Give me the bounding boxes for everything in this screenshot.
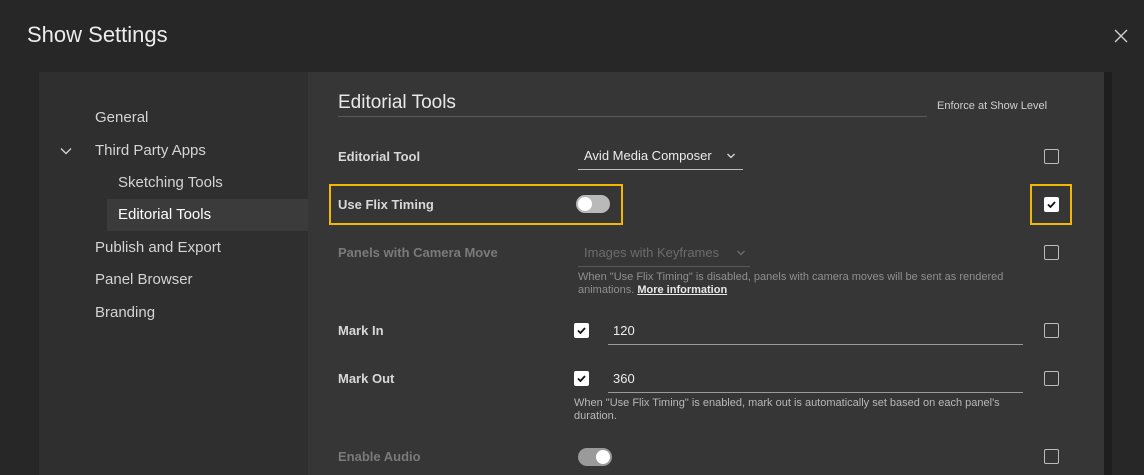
enable-audio-label: Enable Audio [338,449,421,464]
mark-in-value: 120 [613,323,635,338]
use-flix-timing-enforce-checkbox[interactable] [1044,197,1059,212]
use-flix-timing-toggle[interactable] [576,195,610,213]
mark-in-label: Mark In [338,323,384,338]
checkmark-icon [577,375,586,383]
mark-out-enforce-checkbox[interactable] [1044,371,1059,386]
mark-in-input[interactable]: 120 [608,318,1023,345]
sidebar: General Third Party Apps Sketching Tools… [39,72,308,475]
toggle-knob [578,197,592,211]
mark-out-help-text: When "Use Flix Timing" is enabled, mark … [574,397,1000,422]
panels-camera-help-text: When "Use Flix Timing" is disabled, pane… [578,271,1048,297]
editorial-tool-enforce-checkbox[interactable] [1044,149,1059,164]
enforce-at-show-level-header: Enforce at Show Level [937,100,1048,112]
close-button[interactable] [1110,25,1132,47]
sidebar-item-branding[interactable]: Branding [95,301,155,325]
enable-audio-toggle[interactable] [578,448,612,466]
sidebar-item-panel-browser[interactable]: Panel Browser [95,268,193,292]
close-icon[interactable] [1110,25,1132,47]
panels-camera-move-value: Images with Keyframes [584,245,720,260]
mark-in-enforce-checkbox[interactable] [1044,323,1059,338]
panels-camera-move-dropdown[interactable]: Images with Keyframes [578,242,750,267]
editorial-tool-value: Avid Media Composer [584,148,712,163]
section-title: Editorial Tools [338,92,456,113]
dialog-title: Show Settings [27,22,168,47]
panels-camera-move-label: Panels with Camera Move [338,245,498,260]
chevron-down-icon[interactable] [59,144,73,158]
sidebar-item-publish-and-export[interactable]: Publish and Export [95,236,221,260]
scrollbar[interactable] [1104,72,1112,475]
settings-container: General Third Party Apps Sketching Tools… [39,72,1112,475]
sidebar-item-general[interactable]: General [95,106,148,130]
main-panel: Editorial Tools Enforce at Show Level Ed… [308,72,1104,475]
enable-audio-enforce-checkbox[interactable] [1044,449,1059,464]
toggle-knob [596,450,610,464]
sidebar-item-editorial-tools[interactable]: Editorial Tools [118,203,211,227]
checkmark-icon [577,327,586,335]
section-divider [338,116,927,117]
mark-out-checkbox[interactable] [574,371,589,386]
chevron-down-icon [727,153,735,159]
checkmark-icon [1047,201,1056,209]
editorial-tool-dropdown[interactable]: Avid Media Composer [578,145,743,170]
chevron-down-icon [737,250,745,256]
mark-in-checkbox[interactable] [574,323,589,338]
mark-out-label: Mark Out [338,371,395,386]
sidebar-item-third-party-apps[interactable]: Third Party Apps [95,139,206,163]
mark-out-input[interactable]: 360 [608,366,1023,393]
use-flix-timing-label: Use Flix Timing [338,197,434,212]
sidebar-item-sketching-tools[interactable]: Sketching Tools [118,171,223,195]
editorial-tool-label: Editorial Tool [338,149,421,164]
panels-camera-enforce-checkbox[interactable] [1044,245,1059,260]
mark-out-value: 360 [613,371,635,386]
more-information-link[interactable]: More information [637,284,727,296]
